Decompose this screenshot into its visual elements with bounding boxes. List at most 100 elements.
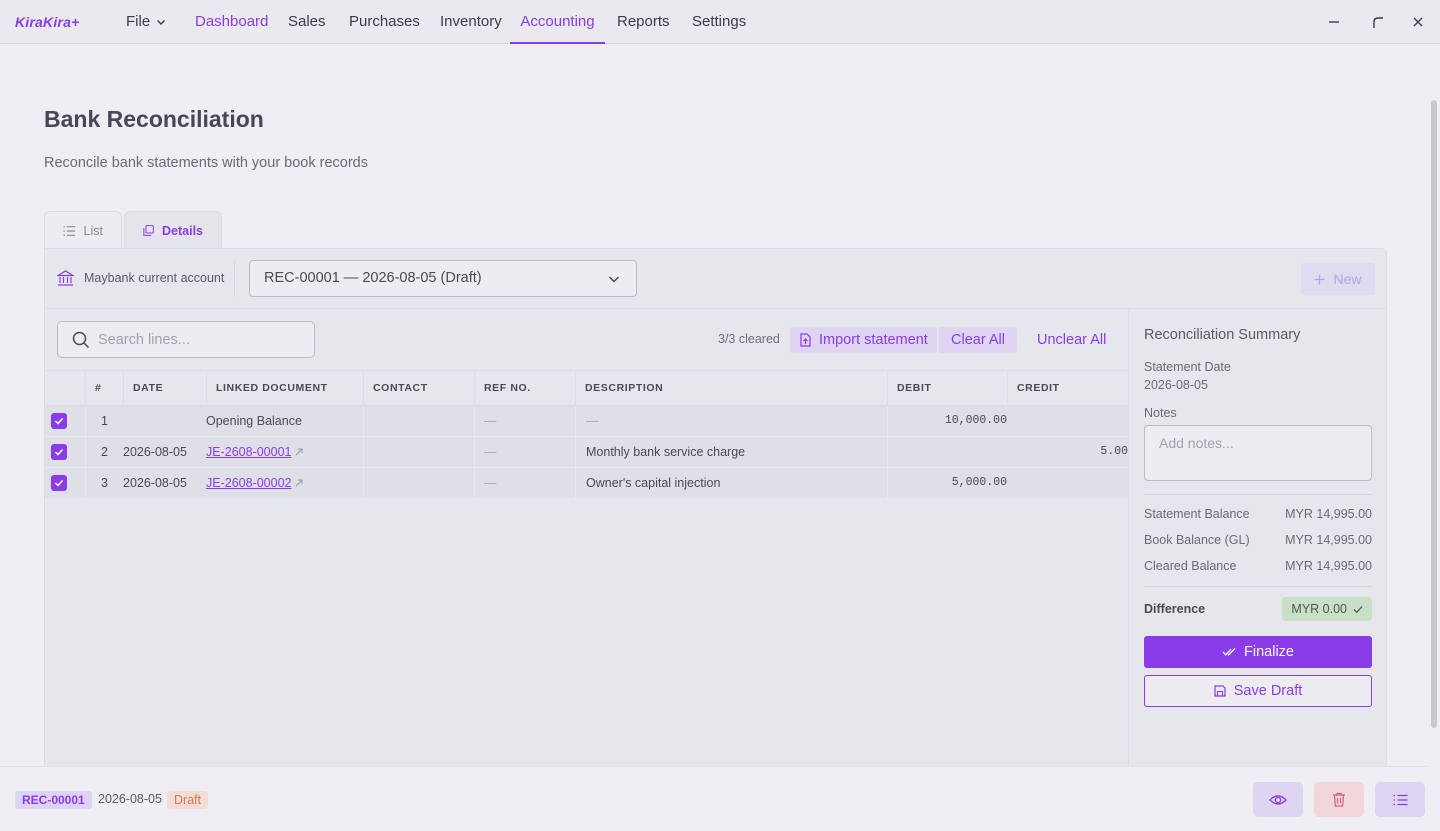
file-menu[interactable]: File <box>126 0 166 44</box>
row-debit: 10,000.00 <box>944 414 1007 427</box>
check-icon <box>54 479 64 487</box>
row-checkbox[interactable] <box>51 475 67 491</box>
delete-button[interactable] <box>1314 782 1364 817</box>
row-description: Owner's capital injection <box>586 476 721 490</box>
unclear-all-button[interactable]: Unclear All <box>1037 327 1106 353</box>
nav-purchases[interactable]: Purchases <box>349 0 420 44</box>
finalize-button[interactable]: Finalize <box>1144 636 1372 668</box>
book-balance-row: Book Balance (GL) MYR 14,995.00 <box>1144 533 1372 547</box>
row-ref-no: — <box>484 445 497 459</box>
cleared-count: 3/3 cleared <box>718 332 780 346</box>
tab-details-label: Details <box>162 223 203 238</box>
reconciliation-select[interactable]: REC-00001 — 2026-08-05 (Draft) <box>249 260 637 297</box>
row-checkbox[interactable] <box>51 413 67 429</box>
search-input[interactable] <box>98 330 298 350</box>
external-link-icon[interactable] <box>295 448 303 456</box>
search-box[interactable] <box>57 321 315 358</box>
cleared-balance-row: Cleared Balance MYR 14,995.00 <box>1144 559 1372 573</box>
list-view-button[interactable] <box>1375 782 1425 817</box>
page-scrollbar[interactable] <box>1428 44 1440 831</box>
eye-icon <box>1269 794 1287 805</box>
check-icon <box>54 417 64 425</box>
col-description: DESCRIPTION <box>575 371 887 406</box>
save-draft-button[interactable]: Save Draft <box>1144 675 1372 707</box>
status-badge: Draft <box>167 791 209 809</box>
col-contact: CONTACT <box>363 371 474 406</box>
row-credit <box>1007 406 1128 436</box>
bank-account: Maybank current account <box>57 270 224 286</box>
difference-label: Difference <box>1144 602 1206 616</box>
table-row[interactable]: 1 Opening Balance — — 10,000.00 <box>45 406 1128 437</box>
nav-settings[interactable]: Settings <box>692 0 746 44</box>
clear-all-button[interactable]: Clear All <box>939 327 1017 353</box>
col-num: # <box>85 371 123 406</box>
tab-list[interactable]: List <box>44 211 122 249</box>
book-balance-value: MYR 14,995.00 <box>1285 533 1372 547</box>
scrollbar-thumb[interactable] <box>1431 100 1437 728</box>
title-bar: KiraKira+ File Dashboard Sales Purchases… <box>0 0 1440 44</box>
list-icon <box>63 225 76 236</box>
row-description: Monthly bank service charge <box>586 445 746 459</box>
difference-badge: MYR 0.00 <box>1282 597 1372 621</box>
new-button[interactable]: New <box>1301 263 1375 295</box>
list-icon <box>1393 794 1407 805</box>
table-row[interactable]: 2 2026-08-05 JE-2608-00001 — Monthly ban… <box>45 437 1128 468</box>
row-linked-document: Opening Balance <box>206 414 302 428</box>
finalize-label: Finalize <box>1244 644 1294 660</box>
nav-sales[interactable]: Sales <box>288 0 326 44</box>
row-debit: 5,000.00 <box>951 476 1007 489</box>
row-linked-document-link[interactable]: JE-2608-00001 <box>206 437 291 467</box>
file-menu-label: File <box>126 13 151 30</box>
lines-area: 3/3 cleared Import statement Clear All U… <box>45 310 1128 768</box>
check-icon <box>54 448 64 456</box>
tab-list-label: List <box>83 223 103 238</box>
row-description: — <box>586 414 599 428</box>
row-debit <box>887 437 1007 467</box>
col-credit: CREDIT <box>1007 371 1128 406</box>
search-icon <box>72 331 90 349</box>
save-icon <box>1214 685 1226 697</box>
restore-icon[interactable] <box>1369 13 1387 31</box>
panel-header: Maybank current account REC-00001 — 2026… <box>45 249 1386 309</box>
preview-button[interactable] <box>1253 782 1303 817</box>
app-logo: KiraKira+ <box>15 14 80 30</box>
record-id-badge: REC-00001 <box>15 791 92 809</box>
nav-inventory[interactable]: Inventory <box>440 0 502 44</box>
nav-dashboard[interactable]: Dashboard <box>195 0 268 44</box>
record-date: 2026-08-05 <box>98 792 162 806</box>
statement-balance-value: MYR 14,995.00 <box>1285 507 1372 521</box>
bank-icon <box>57 270 74 286</box>
row-date: 2026-08-05 <box>123 476 187 490</box>
book-balance-label: Book Balance (GL) <box>1144 533 1250 547</box>
close-icon[interactable] <box>1409 13 1427 31</box>
row-linked-document-link[interactable]: JE-2608-00002 <box>206 468 291 498</box>
details-icon <box>143 225 154 236</box>
row-num: 3 <box>101 476 108 490</box>
row-num: 2 <box>101 445 108 459</box>
page-subtitle: Reconcile bank statements with your book… <box>44 155 368 171</box>
minimize-icon[interactable] <box>1325 13 1343 31</box>
row-credit <box>1007 468 1128 498</box>
statement-date-label: Statement Date <box>1144 360 1231 374</box>
table-row[interactable]: 3 2026-08-05 JE-2608-00002 — Owner's cap… <box>45 468 1128 499</box>
plus-icon <box>1314 274 1325 284</box>
difference-value: MYR 0.00 <box>1291 602 1347 616</box>
external-link-icon[interactable] <box>295 479 303 487</box>
summary-divider <box>1144 586 1372 587</box>
row-checkbox[interactable] <box>51 444 67 460</box>
col-linked-document: LINKED DOCUMENT <box>206 371 363 406</box>
notes-label: Notes <box>1144 406 1177 420</box>
notes-field[interactable]: Add notes... <box>1144 425 1372 481</box>
chevron-down-icon <box>608 276 620 283</box>
row-ref-no: — <box>484 414 497 428</box>
table-header: # DATE LINKED DOCUMENT CONTACT REF NO. D… <box>45 370 1128 406</box>
import-icon <box>800 333 811 347</box>
nav-reports[interactable]: Reports <box>617 0 670 44</box>
reconciliation-summary: Reconciliation Summary Statement Date 20… <box>1128 310 1387 768</box>
double-check-icon <box>1222 648 1236 656</box>
tab-details[interactable]: Details <box>124 211 222 249</box>
header-divider <box>234 261 235 297</box>
save-draft-label: Save Draft <box>1233 683 1303 699</box>
nav-accounting[interactable]: Accounting <box>510 0 605 44</box>
import-statement-button[interactable]: Import statement <box>790 327 937 353</box>
